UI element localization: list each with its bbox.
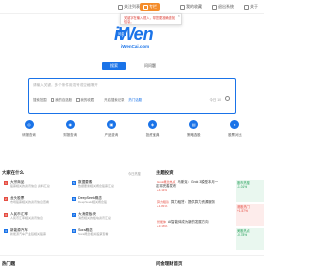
side-stat-card[interactable]: 港股热门 +1.57% — [236, 204, 264, 226]
search-count: 今日 10 — [209, 98, 222, 102]
logo-badge: 问金 — [116, 30, 127, 36]
site-logo[interactable]: iWen 问金 iWenCai.com — [108, 22, 162, 52]
my-stocks-option[interactable]: 我的自选股 — [50, 97, 72, 102]
tool-financial-report[interactable]: ◉ 财报查询 — [57, 120, 83, 137]
report-icon: ◎ — [24, 120, 34, 129]
search-input[interactable]: 请输入关键，多个条件用逗号或空格隔开 — [33, 83, 98, 88]
top-bar: 关注列表 专栏 我的收藏 退出系统 关于 — [0, 0, 264, 14]
tool-stock-compare[interactable]: ◐ 股票对比 — [222, 120, 248, 137]
finance-icon: ◉ — [65, 120, 75, 129]
product-icon: ▣ — [106, 120, 116, 129]
hot-topic-card[interactable]: 算力租赁 算力租赁：提供算力资源服务 +1.81% — [156, 200, 220, 218]
hot-topics-link[interactable]: 热门话题 — [128, 97, 142, 102]
search-history-option[interactable]: 开启搜索记录 — [104, 97, 124, 102]
list-item[interactable]: 3 人民币汇率 人民币汇率相关资讯信息 — [4, 212, 43, 220]
guide-icon: ◈ — [148, 120, 158, 129]
quick-tools: ◎ 研报查询 ◉ 财报查询 ▣ 产品查询 ◈ 投资宝典 ▤ 策略选股 ◐ 股票对… — [14, 120, 250, 137]
checkbox-icon — [76, 98, 80, 102]
list-icon — [118, 4, 123, 10]
exit-icon — [212, 4, 217, 10]
column-icon — [143, 4, 148, 10]
column-button[interactable]: 专栏 — [140, 3, 160, 11]
compare-icon: ◐ — [230, 120, 240, 129]
left-panel-more[interactable]: 今日热搜 — [128, 171, 141, 176]
bottom-left-title: 热门题 — [2, 261, 16, 266]
my-favorites-button[interactable]: 我的收藏 — [180, 3, 202, 11]
strategy-icon: ▤ — [189, 120, 199, 129]
bottom-right-title: 问金理财首页 — [156, 261, 183, 266]
tool-product-query[interactable]: ▣ 产品查询 — [98, 120, 124, 137]
list-item[interactable]: 5 数据要素 数据要素相关概念股票汇总 — [72, 180, 114, 188]
search-options: 搜索范围 我的自选股 我的收藏 开启搜索记录 热门话题 — [33, 97, 142, 102]
divider — [0, 255, 264, 256]
search-mode-button[interactable]: 搜索 — [102, 62, 126, 70]
my-favorites-option[interactable]: 我的收藏 — [76, 97, 94, 102]
about-button[interactable]: 关于 — [244, 3, 258, 11]
list-item[interactable]: 6 DeepSeek概念 DeepSeek相关概念股 — [72, 196, 107, 204]
star-icon — [180, 4, 185, 10]
clock-icon[interactable] — [225, 96, 230, 101]
list-item[interactable]: 8 Sora概念 Sora概念相关股票查看 — [72, 228, 108, 236]
logout-button[interactable]: 退出系统 — [212, 3, 234, 11]
left-panel-title: 大家在什么 — [2, 170, 24, 175]
tool-research-report[interactable]: ◎ 研报查询 — [16, 120, 42, 137]
list-item[interactable]: 4 新能源汽车 新能源汽车产业链相关股票 — [4, 228, 46, 236]
hot-topic-card[interactable]: Grok概念热点 马斯克：Grok 3模型本月一定将完善发布 +4.11% — [156, 180, 220, 198]
tool-strategy-stock[interactable]: ▤ 策略选股 — [181, 120, 207, 137]
checkbox-icon — [50, 98, 55, 102]
info-icon — [244, 4, 249, 10]
hot-topic-card[interactable]: 智能体 AI智能体成为新的发展方向 +3.16% — [156, 220, 220, 238]
side-stat-card[interactable]: 股市热搜 -1.01% — [236, 180, 264, 202]
search-scope-label: 搜索范围 — [33, 98, 47, 102]
logo-domain: iWenCai.com — [121, 44, 150, 49]
follow-list-button[interactable]: 关注列表 — [118, 3, 140, 11]
ask-mode-button[interactable]: 问问题 — [138, 62, 162, 70]
tool-investment-guide[interactable]: ◈ 投资宝典 — [140, 120, 166, 137]
close-icon[interactable]: × — [178, 14, 180, 18]
side-stat-card[interactable]: 美股热点 -0.78% — [236, 228, 264, 250]
hot-panel-title: 主题投资 — [156, 170, 174, 175]
search-box[interactable]: 请输入关键，多个条件用逗号或空格隔开 搜索范围 我的自选股 我的收藏 开启搜索记… — [28, 78, 236, 114]
list-item[interactable]: 1 大宗商品 股票相关的资讯信息 资料汇总 — [4, 180, 50, 188]
list-item[interactable]: 2 龙头股票 市场股票相关的资讯信息查看 — [4, 196, 49, 204]
list-item[interactable]: 7 大消费板块 消费相关的板块资讯汇总 — [72, 212, 111, 220]
